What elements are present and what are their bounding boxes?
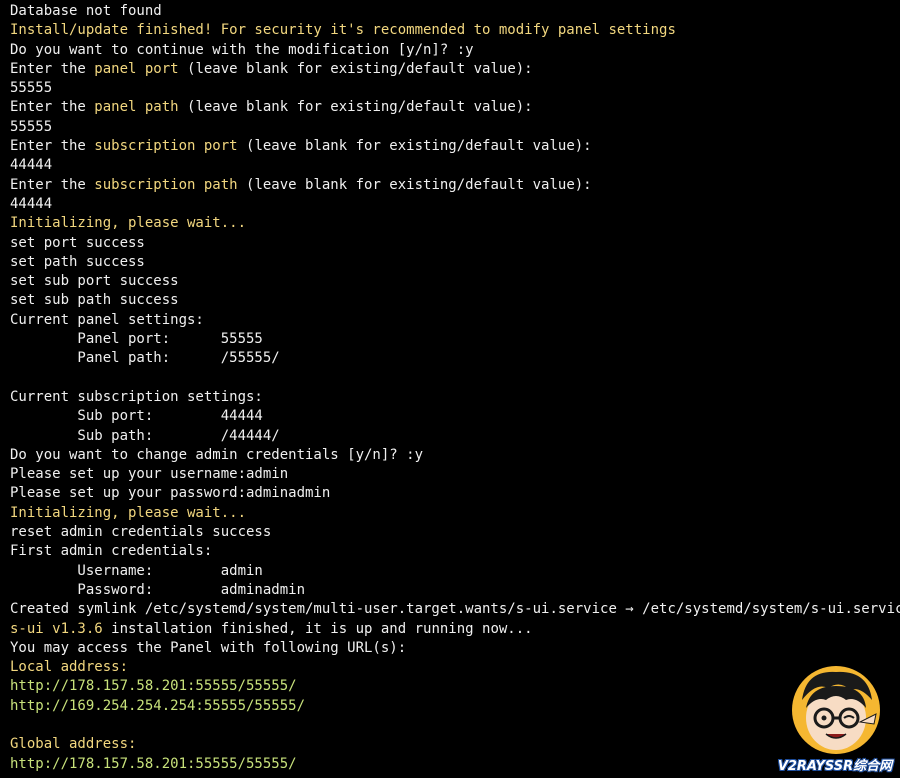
terminal-line: Current subscription settings: [10, 388, 900, 407]
terminal-text: Created symlink /etc/systemd/system/mult… [10, 601, 900, 618]
terminal-text: (leave blank for existing/default value)… [178, 60, 533, 77]
terminal-text: Current subscription settings: [10, 388, 263, 405]
terminal-line: Please set up your password:adminadmin [10, 484, 900, 503]
terminal-line: Current panel settings: [10, 311, 900, 330]
terminal-text: Database not found [10, 3, 162, 19]
terminal-text: Panel path: /55555/ [10, 350, 280, 367]
terminal-text: Enter the [10, 99, 95, 116]
terminal-text: reset admin credentials success [10, 524, 272, 541]
terminal-text: Please set up your password:adminadmin [10, 485, 331, 502]
terminal-text: subscription port [94, 138, 238, 155]
terminal-line: Panel path: /55555/ [10, 349, 900, 368]
terminal-text: Initializing, please wait... [10, 504, 247, 521]
terminal-line: set sub port success [10, 272, 900, 291]
terminal-text: http://178.157.58.201:55555/55555/ [10, 755, 297, 772]
terminal-line: Do you want to continue with the modific… [10, 41, 900, 60]
terminal-text: (leave blank for existing/default value)… [237, 138, 592, 155]
terminal-line: Enter the subscription path (leave blank… [10, 176, 900, 195]
terminal-line: Install/update finished! For security it… [10, 21, 900, 40]
terminal-text: Current panel settings: [10, 311, 204, 328]
terminal-text: Global address: [10, 736, 137, 753]
terminal-text: panel path [94, 99, 179, 116]
terminal-line: Global address: [10, 735, 900, 754]
terminal-text: 55555 [10, 80, 53, 97]
terminal-text: (leave blank for existing/default value)… [178, 99, 533, 116]
terminal-text: Enter the [10, 60, 95, 77]
terminal-line: 55555 [10, 79, 900, 98]
terminal-text: First admin credentials: [10, 543, 213, 560]
terminal-text: (leave blank for existing/default value)… [237, 176, 592, 193]
watermark-logo: V2RAYSSR综合网 [776, 662, 894, 774]
terminal-text: Enter the [10, 138, 95, 155]
terminal-text: set sub path success [10, 292, 179, 309]
terminal-line: http://178.157.58.201:55555/55555/ [10, 677, 900, 696]
watermark-text: V2RAYSSR综合网 [777, 759, 893, 774]
terminal-text: http://178.157.58.201:55555/55555/ [10, 678, 297, 695]
terminal-line: set sub path success [10, 291, 900, 310]
terminal-output[interactable]: Database not found Install/update finishe… [0, 0, 900, 778]
terminal-line: Database not found [10, 2, 900, 21]
terminal-line: 44444 [10, 195, 900, 214]
terminal-line: Enter the panel path (leave blank for ex… [10, 98, 900, 117]
terminal-text: set sub port success [10, 273, 179, 290]
terminal-line: Local address: [10, 658, 900, 677]
terminal-line: Do you want to change admin credentials … [10, 446, 900, 465]
terminal-text: Username: admin [10, 562, 263, 579]
mascot-face-icon [792, 666, 880, 754]
terminal-text: set path success [10, 253, 145, 270]
terminal-line: Initializing, please wait... [10, 504, 900, 523]
terminal-line: Sub path: /44444/ [10, 427, 900, 446]
terminal-line: http://169.254.254.254:55555/55555/ [10, 697, 900, 716]
terminal-line: 44444 [10, 156, 900, 175]
terminal-line: First admin credentials: [10, 542, 900, 561]
terminal-line: Password: adminadmin [10, 581, 900, 600]
terminal-text: 55555 [10, 118, 53, 135]
terminal-text: s-ui v1.3.6 [10, 620, 103, 637]
terminal-text: set port success [10, 234, 145, 251]
terminal-line: set path success [10, 253, 900, 272]
terminal-line: Username: admin [10, 562, 900, 581]
terminal-text: http://169.254.254.254:55555/55555/ [10, 697, 306, 714]
terminal-text: 44444 [10, 157, 53, 174]
terminal-text: Panel port: 55555 [10, 331, 263, 348]
terminal-text: installation finished, it is up and runn… [102, 620, 533, 637]
terminal-text: Do you want to change admin credentials … [10, 446, 424, 463]
terminal-text: Sub port: 44444 [10, 408, 263, 425]
terminal-text: Password: adminadmin [10, 581, 306, 598]
terminal-line: reset admin credentials success [10, 523, 900, 542]
terminal-text: Please set up your username:admin [10, 466, 289, 483]
terminal-line: Please set up your username:admin [10, 465, 900, 484]
terminal-line: 55555 [10, 118, 900, 137]
terminal-text: Do you want to continue with the modific… [10, 41, 474, 58]
terminal-text: Sub path: /44444/ [10, 427, 280, 444]
terminal-text: Enter the [10, 176, 95, 193]
terminal-text: 44444 [10, 195, 53, 212]
terminal-line: set port success [10, 234, 900, 253]
terminal-line: Enter the subscription port (leave blank… [10, 137, 900, 156]
terminal-text: subscription path [94, 176, 238, 193]
terminal-text: Local address: [10, 659, 129, 676]
terminal-text: You may access the Panel with following … [10, 639, 407, 656]
terminal-text: Install/update finished! For security it… [10, 22, 676, 39]
terminal-line: http://178.157.58.201:55555/55555/ [10, 755, 900, 774]
terminal-text: Initializing, please wait... [10, 215, 247, 232]
terminal-line: You may access the Panel with following … [10, 639, 900, 658]
terminal-line: s-ui v1.3.6 installation finished, it is… [10, 620, 900, 639]
terminal-text: panel port [94, 60, 179, 77]
terminal-line: Sub port: 44444 [10, 407, 900, 426]
terminal-line: Initializing, please wait... [10, 214, 900, 233]
terminal-line: Enter the panel port (leave blank for ex… [10, 60, 900, 79]
terminal-line: Panel port: 55555 [10, 330, 900, 349]
terminal-line: Created symlink /etc/systemd/system/mult… [10, 600, 900, 619]
